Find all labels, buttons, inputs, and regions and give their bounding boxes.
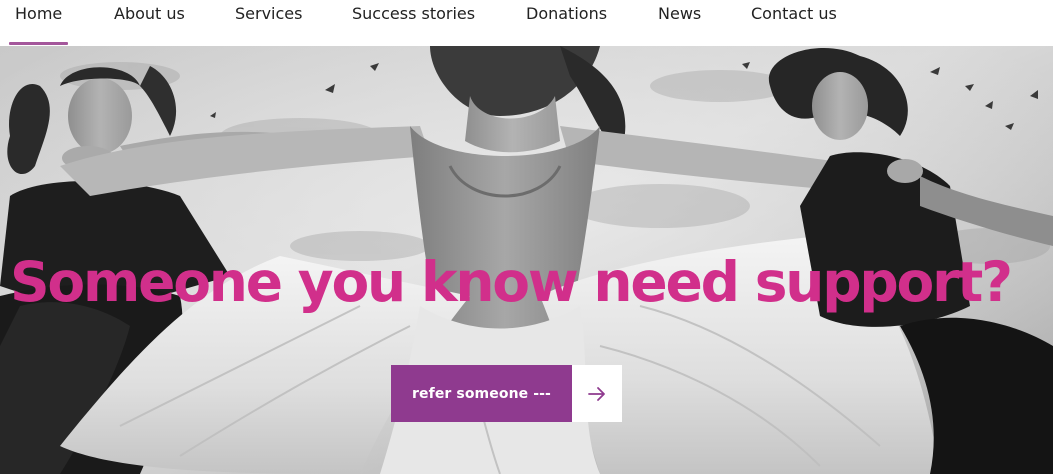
nav-item-home[interactable]: Home [8,0,69,46]
main-navigation: Home About us Services Success stories D… [0,0,1053,46]
nav-item-news[interactable]: News [658,0,701,46]
nav-item-success-stories[interactable]: Success stories [352,0,475,46]
refer-someone-label: refer someone --- [391,365,572,422]
nav-item-contact-us[interactable]: Contact us [751,0,837,46]
nav-item-donations[interactable]: Donations [526,0,607,46]
hero-heading: Someone you know need support? [10,250,1013,314]
arrow-right-icon [572,365,622,422]
nav-item-services[interactable]: Services [235,0,302,46]
refer-someone-button[interactable]: refer someone --- [391,365,622,422]
hero-banner: Someone you know need support? refer som… [0,46,1053,474]
nav-item-about-us[interactable]: About us [114,0,185,46]
